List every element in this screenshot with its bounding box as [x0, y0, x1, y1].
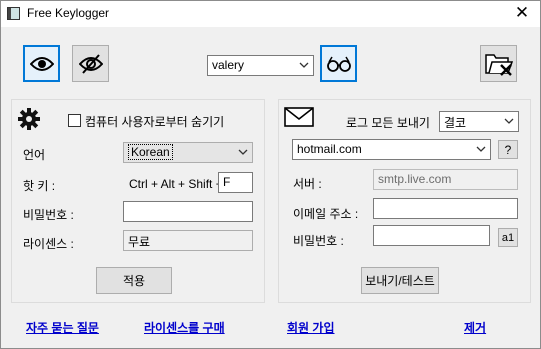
register-link[interactable]: 회원 가입 [287, 319, 335, 336]
eye-icon [29, 56, 54, 71]
hotkey-label: 핫 키 : [23, 179, 56, 193]
eye-slash-icon [78, 53, 103, 74]
server-label: 서버 : [293, 177, 322, 191]
language-select-value: Korean [128, 144, 173, 160]
apply-button[interactable]: 적용 [96, 267, 172, 294]
uninstall-link[interactable]: 제거 [464, 319, 486, 336]
buy-license-link[interactable]: 라이센스를 구매 [144, 319, 225, 336]
email-password-label: 비밀번호 : [293, 234, 344, 248]
hide-from-user-label: 컴퓨터 사용자로부터 숨기기 [85, 115, 225, 129]
hide-logs-button[interactable] [72, 45, 109, 82]
send-logs-label: 로그 모든 보내기 [346, 116, 430, 130]
user-select[interactable]: valery [207, 55, 314, 76]
user-select-value: valery [212, 58, 245, 72]
show-password-button[interactable]: a1 [498, 228, 518, 247]
language-label: 언어 [23, 148, 46, 162]
envelope-icon [284, 107, 314, 127]
chevron-down-icon [238, 149, 248, 155]
app-icon [7, 7, 20, 20]
hide-from-user-checkbox[interactable] [68, 114, 81, 127]
close-button[interactable]: ✕ [512, 3, 532, 23]
show-logs-button[interactable] [23, 45, 60, 82]
server-field: smtp.live.com [373, 169, 518, 190]
app-window: Free Keylogger ✕ valery 컴퓨터 사용자로부터 숨기기 언… [0, 0, 541, 349]
license-label: 라이센스 : [23, 237, 74, 251]
chevron-down-icon [504, 118, 514, 124]
hotkey-key-input[interactable]: F [218, 172, 253, 193]
provider-select[interactable]: hotmail.com [292, 139, 491, 160]
chevron-down-icon [299, 62, 309, 68]
license-field: 무료 [123, 230, 253, 251]
email-label: 이메일 주소 : [293, 207, 359, 221]
view-logs-button[interactable] [320, 45, 357, 82]
send-test-button[interactable]: 보내기/테스트 [361, 267, 439, 294]
language-select[interactable]: Korean [123, 142, 253, 163]
window-title: Free Keylogger [27, 6, 110, 20]
chevron-down-icon [476, 146, 486, 152]
help-button[interactable]: ? [498, 140, 518, 159]
password-input[interactable] [123, 201, 253, 222]
gear-icon [18, 108, 40, 130]
clear-logs-button[interactable] [480, 45, 517, 82]
email-input[interactable] [373, 198, 518, 219]
faq-link[interactable]: 자주 묻는 질문 [26, 319, 99, 336]
email-password-input[interactable] [373, 225, 490, 246]
send-interval-value: 결코 [444, 116, 467, 130]
provider-select-value: hotmail.com [297, 142, 362, 156]
hotkey-modifiers: Ctrl + Alt + Shift + [129, 177, 223, 191]
glasses-icon [326, 56, 351, 72]
password-label: 비밀번호 : [23, 208, 74, 222]
folder-delete-icon [484, 53, 513, 76]
send-interval-select[interactable]: 결코 [439, 111, 519, 132]
title-bar: Free Keylogger ✕ [1, 1, 540, 27]
